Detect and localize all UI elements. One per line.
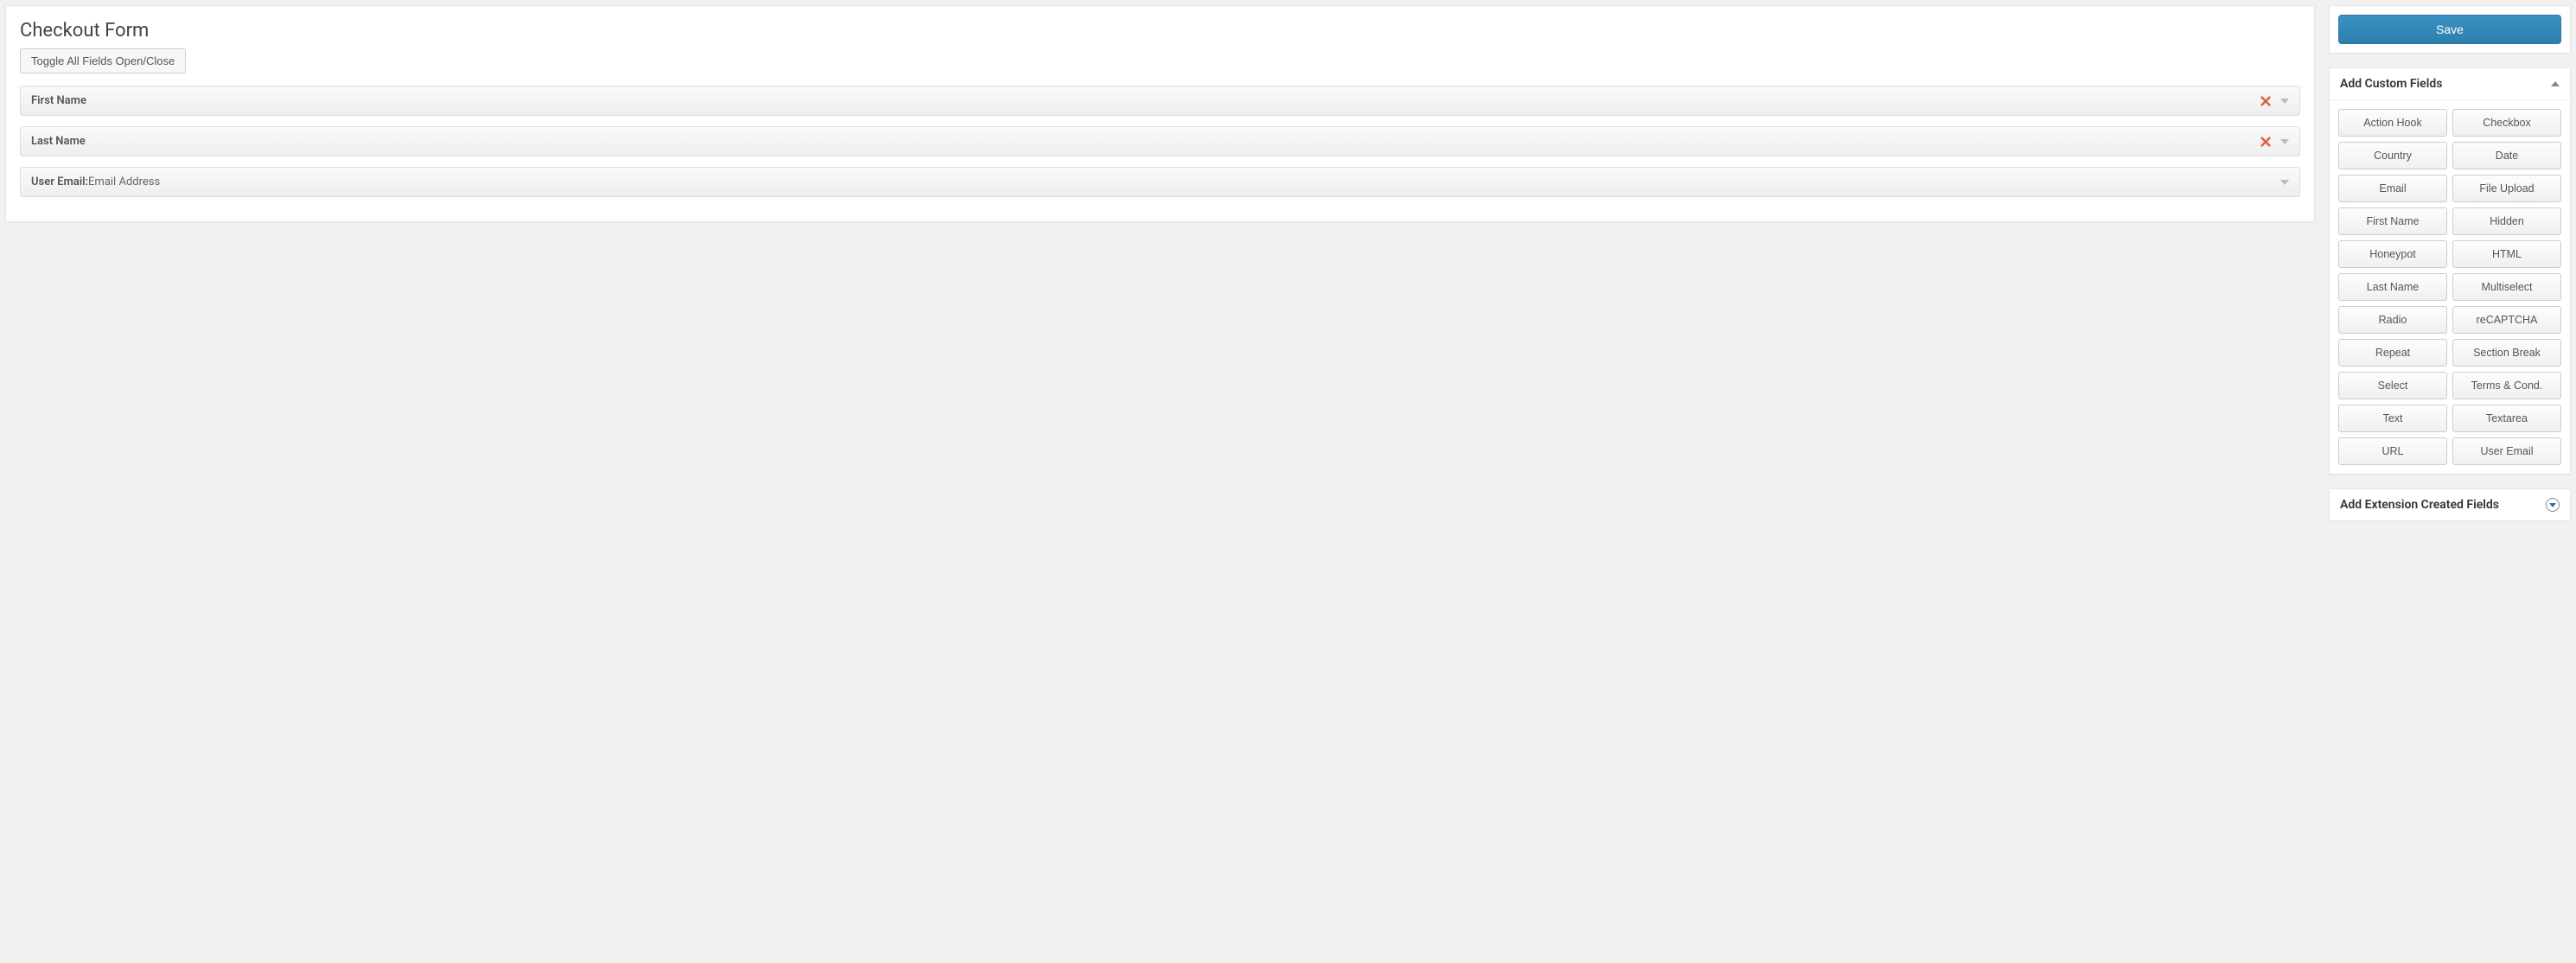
add-field-country[interactable]: Country <box>2338 142 2447 169</box>
field-label: User Email: <box>31 175 88 188</box>
save-panel: Save <box>2329 5 2571 54</box>
add-field-first-name[interactable]: First Name <box>2338 207 2447 235</box>
add-field-hidden[interactable]: Hidden <box>2452 207 2561 235</box>
custom-fields-body: Action Hook Checkbox Country Date Email … <box>2330 100 2570 474</box>
custom-fields-panel: Add Custom Fields Action Hook Checkbox C… <box>2329 67 2571 475</box>
extension-fields-panel: Add Extension Created Fields <box>2329 488 2571 521</box>
add-field-section-break[interactable]: Section Break <box>2452 339 2561 367</box>
add-field-action-hook[interactable]: Action Hook <box>2338 109 2447 137</box>
page-title: Checkout Form <box>20 20 2300 41</box>
add-field-select[interactable]: Select <box>2338 372 2447 399</box>
remove-icon[interactable] <box>2260 95 2272 107</box>
add-field-textarea[interactable]: Textarea <box>2452 405 2561 432</box>
add-field-user-email[interactable]: User Email <box>2452 437 2561 465</box>
add-field-repeat[interactable]: Repeat <box>2338 339 2447 367</box>
extension-fields-header[interactable]: Add Extension Created Fields <box>2330 489 2570 520</box>
save-button[interactable]: Save <box>2338 15 2561 44</box>
add-field-terms-cond[interactable]: Terms & Cond. <box>2452 372 2561 399</box>
add-field-radio[interactable]: Radio <box>2338 306 2447 334</box>
sidebar: Save Add Custom Fields Action Hook Check… <box>2329 5 2571 521</box>
field-row[interactable]: Last Name <box>20 126 2300 156</box>
chevron-down-icon[interactable] <box>2546 498 2560 512</box>
add-field-recaptcha[interactable]: reCAPTCHA <box>2452 306 2561 334</box>
add-field-url[interactable]: URL <box>2338 437 2447 465</box>
add-field-html[interactable]: HTML <box>2452 240 2561 268</box>
custom-fields-header[interactable]: Add Custom Fields <box>2330 68 2570 100</box>
add-field-last-name[interactable]: Last Name <box>2338 273 2447 301</box>
add-field-multiselect[interactable]: Multiselect <box>2452 273 2561 301</box>
add-field-email[interactable]: Email <box>2338 175 2447 202</box>
toggle-all-fields-button[interactable]: Toggle All Fields Open/Close <box>20 48 186 73</box>
chevron-down-icon[interactable] <box>2280 180 2289 185</box>
chevron-down-icon[interactable] <box>2280 99 2289 104</box>
field-label: Last Name <box>31 135 86 148</box>
chevron-up-icon[interactable] <box>2551 81 2560 86</box>
add-field-text[interactable]: Text <box>2338 405 2447 432</box>
chevron-down-icon[interactable] <box>2280 139 2289 144</box>
field-sublabel: Email Address <box>88 175 160 188</box>
add-field-honeypot[interactable]: Honeypot <box>2338 240 2447 268</box>
add-field-checkbox[interactable]: Checkbox <box>2452 109 2561 137</box>
field-label: First Name <box>31 94 86 107</box>
remove-icon[interactable] <box>2260 136 2272 148</box>
main-panel: Checkout Form Toggle All Fields Open/Clo… <box>5 5 2315 222</box>
field-row[interactable]: First Name <box>20 86 2300 116</box>
custom-fields-title: Add Custom Fields <box>2340 77 2442 91</box>
add-field-date[interactable]: Date <box>2452 142 2561 169</box>
add-field-file-upload[interactable]: File Upload <box>2452 175 2561 202</box>
extension-fields-title: Add Extension Created Fields <box>2340 498 2499 512</box>
field-row[interactable]: User Email: Email Address <box>20 167 2300 197</box>
